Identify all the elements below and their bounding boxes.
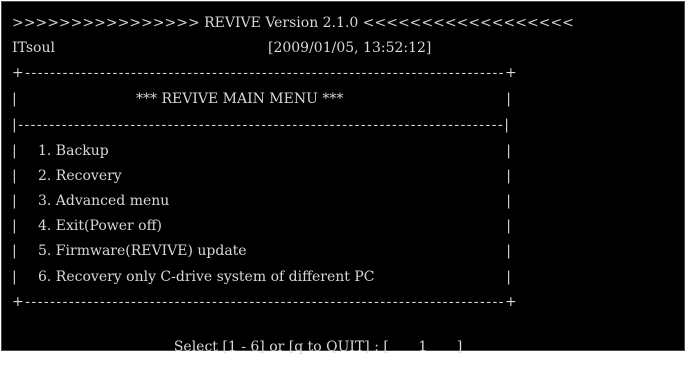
menu-border-right: | [506, 91, 511, 107]
terminal-window[interactable]: >>>>>>>>>>>>>>>> REVIVE Version 2.1.0 <<… [1, 1, 685, 355]
menu-item-label: 4. Exit(Power off) [38, 218, 163, 234]
menu-border-left: | [12, 193, 17, 209]
menu-bottom-border: +---------------------------------------… [12, 293, 519, 311]
menu-title-row: | *** REVIVE MAIN MENU *** | [12, 90, 519, 108]
menu-item-label: 6. Recovery only C-drive system of diffe… [38, 269, 375, 285]
menu-border-right: | [506, 143, 511, 159]
menu-border-right: | [506, 218, 511, 234]
datetime-stamp: [2009/01/05, 13:52:12] [268, 40, 432, 56]
menu-border-left: | [12, 218, 17, 234]
menu-border-right: | [506, 193, 511, 209]
menu-top-border: +---------------------------------------… [12, 64, 519, 82]
menu-top-border-text: +---------------------------------------… [12, 65, 519, 81]
menu-item-firmware-update[interactable]: | 5. Firmware(REVIVE) update | [12, 242, 519, 260]
menu-border-left: | [12, 91, 17, 107]
prompt-close-bracket: ] [456, 339, 463, 355]
menu-border-right: | [506, 168, 511, 184]
menu-separator: |---------------------------------------… [12, 116, 519, 134]
version-banner: >>>>>>>>>>>>>>>> REVIVE Version 2.1.0 <<… [12, 15, 574, 31]
prompt-text: Select [1 - 6] or [q to QUIT] : [ [173, 339, 389, 355]
vendor-name: ITsoul [12, 40, 55, 56]
menu-item-backup[interactable]: | 1. Backup | [12, 142, 519, 160]
menu-separator-text: |---------------------------------------… [12, 117, 511, 133]
menu-border-left: | [12, 168, 17, 184]
menu-bottom-border-text: +---------------------------------------… [12, 294, 519, 310]
menu-border-right: | [506, 269, 511, 285]
menu-item-exit[interactable]: | 4. Exit(Power off) | [12, 217, 519, 235]
selection-input[interactable]: 1 [389, 338, 457, 356]
menu-item-label: 3. Advanced menu [38, 193, 170, 209]
menu-item-recovery[interactable]: | 2. Recovery | [12, 167, 519, 185]
menu-border-left: | [12, 269, 17, 285]
menu-item-recovery-c-drive[interactable]: | 6. Recovery only C-drive system of dif… [12, 268, 519, 286]
selection-prompt: Select [1 - 6] or [q to QUIT] : [1] [156, 320, 462, 374]
menu-title: *** REVIVE MAIN MENU *** [136, 91, 344, 107]
menu-item-label: 1. Backup [38, 143, 109, 159]
menu-item-advanced[interactable]: | 3. Advanced menu | [12, 192, 519, 210]
menu-border-right: | [506, 243, 511, 259]
menu-border-left: | [12, 243, 17, 259]
menu-item-label: 5. Firmware(REVIVE) update [38, 243, 247, 259]
menu-border-left: | [12, 143, 17, 159]
menu-item-label: 2. Recovery [38, 168, 122, 184]
